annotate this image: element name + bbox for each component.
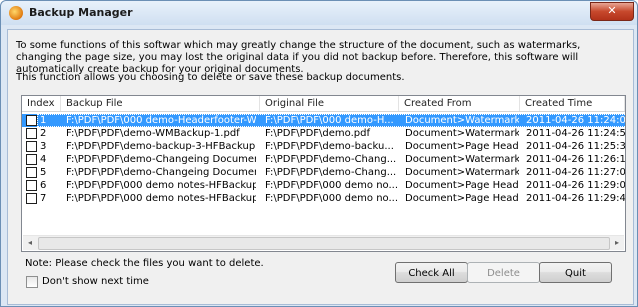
cell-backup-file: F:\PDF\PDF\000 demo notes-HFBackup... [66, 180, 256, 191]
cell-original-file: F:\PDF\PDF\demo-Chang... [265, 154, 397, 165]
cell-created-time: 2011-04-26 11:24:50 [526, 128, 625, 139]
backup-list[interactable]: Index Backup File Original File Created … [21, 95, 626, 252]
dont-show-checkbox[interactable] [26, 276, 38, 288]
cell-original-file: F:\PDF\PDF\000 demo no... [265, 193, 399, 204]
dont-show-label[interactable]: Don't show next time [42, 276, 149, 287]
row-checkbox[interactable] [26, 141, 37, 152]
column-header-index[interactable]: Index [22, 96, 61, 111]
cell-created-time: 2011-04-26 11:26:16 [526, 154, 625, 165]
app-icon [9, 6, 23, 20]
cell-original-file: F:\PDF\PDF\000 demo no... [265, 180, 399, 191]
cell-original-file: F:\PDF\PDF\demo-Chang... [265, 167, 397, 178]
column-header-created-time[interactable]: Created Time [520, 96, 625, 111]
table-row[interactable]: 5 F:\PDF\PDF\demo-Changeing Documen... F:\… [22, 166, 625, 179]
cell-backup-file: F:\PDF\PDF\000 demo-Headerfooter-WBa... [66, 115, 256, 126]
cell-index: 7 [40, 193, 47, 204]
cell-created-time: 2011-04-26 11:24:06 [526, 115, 625, 126]
cell-backup-file: F:\PDF\PDF\demo-Changeing Documen... [66, 167, 256, 178]
cell-created-from: Document>Page Header ... [405, 180, 519, 191]
row-checkbox[interactable] [26, 115, 37, 126]
check-all-button[interactable]: Check All [395, 262, 468, 283]
cell-index: 6 [40, 180, 47, 191]
window-title: Backup Manager [29, 6, 133, 19]
description-text: To some functions of this softwar which … [16, 40, 581, 75]
cell-created-time: 2011-04-26 11:27:06 [526, 167, 625, 178]
cell-index: 5 [40, 167, 47, 178]
close-button[interactable]: ✕ [590, 2, 634, 21]
cell-original-file: F:\PDF\PDF\demo-backu... [265, 141, 394, 152]
cell-original-file: F:\PDF\PDF\demo.pdf [265, 128, 370, 139]
row-checkbox[interactable] [26, 154, 37, 165]
list-header: Index Backup File Original File Created … [22, 96, 625, 112]
scroll-right-icon[interactable]: ▸ [610, 236, 624, 250]
cell-created-time: 2011-04-26 11:29:02 [526, 180, 625, 191]
table-row[interactable]: 2 F:\PDF\PDF\demo-WMBackup-1.pdf F:\PDF\PD… [22, 127, 625, 140]
column-header-backup-file[interactable]: Backup File [61, 96, 260, 111]
cell-created-time: 2011-04-26 11:25:31 [526, 141, 625, 152]
cell-created-from: Document>Watermarks... [405, 128, 519, 139]
cell-created-from: Document>Watermarks... [405, 167, 519, 178]
cell-backup-file: F:\PDF\PDF\demo-Changeing Documen... [66, 154, 256, 165]
cell-created-from: Document>Watermarks... [405, 154, 519, 165]
horizontal-scrollbar[interactable]: ◂ ▸ [23, 235, 624, 250]
table-row[interactable]: 3 F:\PDF\PDF\demo-backup-3-HFBackup... F:\… [22, 140, 625, 153]
title-bar[interactable]: Backup Manager ✕ [1, 1, 637, 25]
cell-index: 3 [40, 141, 47, 152]
cell-index: 1 [40, 115, 47, 126]
cell-index: 2 [40, 128, 47, 139]
note-text: Note: Please check the files you want to… [25, 258, 264, 269]
row-checkbox[interactable] [26, 193, 37, 204]
delete-button[interactable]: Delete [467, 262, 540, 283]
cell-backup-file: F:\PDF\PDF\demo-WMBackup-1.pdf [66, 128, 240, 139]
table-row[interactable]: 4 F:\PDF\PDF\demo-Changeing Documen... F:\… [22, 153, 625, 166]
row-checkbox[interactable] [26, 180, 37, 191]
cell-backup-file: F:\PDF\PDF\demo-backup-3-HFBackup... [66, 141, 256, 152]
table-row[interactable]: 1 F:\PDF\PDF\000 demo-Headerfooter-WBa...… [22, 114, 625, 127]
cell-backup-file: F:\PDF\PDF\000 demo notes-HFBackup... [66, 193, 256, 204]
cell-created-from: Document>Watermarks... [405, 115, 519, 126]
row-checkbox[interactable] [26, 167, 37, 178]
cell-created-from: Document>Page Header ... [405, 193, 519, 204]
quit-button[interactable]: Quit [539, 262, 612, 283]
cell-original-file: F:\PDF\PDF\000 demo-H... [265, 115, 394, 126]
cell-index: 4 [40, 154, 47, 165]
description-text-2: This function allows you choosing to del… [16, 72, 405, 83]
scroll-left-icon[interactable]: ◂ [23, 236, 37, 250]
table-row[interactable]: 6 F:\PDF\PDF\000 demo notes-HFBackup... F:… [22, 179, 625, 192]
scroll-thumb[interactable] [38, 237, 610, 250]
column-header-original-file[interactable]: Original File [260, 96, 399, 111]
table-row[interactable]: 7 F:\PDF\PDF\000 demo notes-HFBackup... F:… [22, 192, 625, 205]
cell-created-from: Document>Page Header ... [405, 141, 519, 152]
cell-created-time: 2011-04-26 11:29:41 [526, 193, 625, 204]
column-header-created-from[interactable]: Created From [399, 96, 520, 111]
row-checkbox[interactable] [26, 128, 37, 139]
